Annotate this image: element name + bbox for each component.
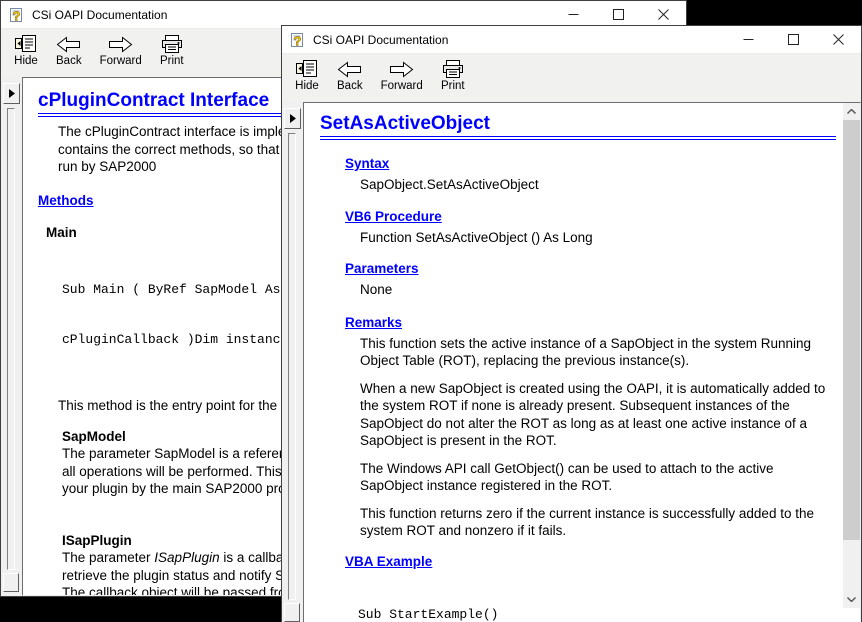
text-line: When a new SapObject is created using th… bbox=[360, 380, 860, 398]
titlebar[interactable]: ? CSi OAPI Documentation bbox=[1, 1, 686, 28]
svg-text:?: ? bbox=[294, 33, 302, 48]
parameters-link[interactable]: Parameters bbox=[345, 261, 419, 276]
back-button[interactable]: Back bbox=[49, 32, 89, 68]
window-title: CSi OAPI Documentation bbox=[32, 8, 167, 22]
show-nav-pane-button[interactable] bbox=[3, 83, 20, 104]
print-label: Print bbox=[160, 55, 184, 67]
vb6-procedure-link[interactable]: VB6 Procedure bbox=[345, 209, 442, 224]
scrollbar-track[interactable] bbox=[843, 540, 860, 591]
forward-arrow-icon bbox=[389, 59, 414, 79]
syntax-link[interactable]: Syntax bbox=[345, 156, 389, 171]
print-icon bbox=[160, 34, 184, 54]
maximize-button[interactable] bbox=[771, 26, 816, 53]
forward-label: Forward bbox=[100, 55, 142, 67]
hide-icon bbox=[14, 34, 38, 54]
minimize-button[interactable] bbox=[551, 1, 596, 28]
hide-label: Hide bbox=[14, 55, 38, 67]
code-line: Sub StartExample() bbox=[358, 607, 860, 622]
isapplugin-italic: ISapPlugin bbox=[154, 550, 219, 565]
remarks-paragraph: This function sets the active instance o… bbox=[360, 335, 860, 370]
text-line: the system ROT if none is already presen… bbox=[360, 397, 860, 415]
back-button[interactable]: Back bbox=[330, 57, 370, 93]
splitter-track[interactable] bbox=[7, 108, 15, 570]
vertical-scrollbar[interactable] bbox=[843, 103, 860, 608]
scroll-down-button[interactable] bbox=[843, 591, 860, 608]
scrollbar-thumb[interactable] bbox=[843, 120, 860, 540]
forward-arrow-icon bbox=[108, 34, 133, 54]
splitter-track[interactable] bbox=[288, 133, 296, 600]
titlebar[interactable]: ? CSi OAPI Documentation bbox=[282, 26, 861, 53]
print-icon bbox=[441, 59, 465, 79]
vba-code-block: Sub StartExample() 'dimension variables … bbox=[358, 574, 860, 622]
vba-example-link[interactable]: VBA Example bbox=[345, 554, 432, 569]
back-arrow-icon bbox=[337, 59, 362, 79]
text-line: The Windows API call GetObject() can be … bbox=[360, 460, 860, 478]
help-window-front: ? CSi OAPI Documentation bbox=[281, 25, 862, 622]
hide-button[interactable]: Hide bbox=[7, 32, 45, 68]
window-title: CSi OAPI Documentation bbox=[313, 33, 448, 47]
toolbar: Hide Back Forward bbox=[282, 53, 861, 102]
heading-rule bbox=[320, 136, 836, 140]
parameters-value: None bbox=[360, 281, 860, 299]
svg-text:?: ? bbox=[13, 8, 21, 23]
topic-heading: SetAsActiveObject bbox=[320, 113, 860, 135]
back-label: Back bbox=[56, 55, 82, 67]
close-button[interactable] bbox=[816, 26, 861, 53]
remarks-paragraph: The Windows API call GetObject() can be … bbox=[360, 460, 860, 495]
methods-link[interactable]: Methods bbox=[38, 193, 94, 208]
splitter-end-cap bbox=[3, 573, 19, 592]
vb6-procedure-value: Function SetAsActiveObject () As Long bbox=[360, 229, 860, 247]
nav-splitter bbox=[1, 77, 22, 596]
hide-icon bbox=[295, 59, 319, 79]
syntax-value: SapObject.SetAsActiveObject bbox=[360, 176, 860, 194]
text-line: Object Table (ROT), replacing the previo… bbox=[360, 352, 860, 370]
hide-label: Hide bbox=[295, 80, 319, 92]
forward-label: Forward bbox=[381, 80, 423, 92]
help-file-icon: ? bbox=[9, 5, 25, 25]
print-button[interactable]: Print bbox=[434, 57, 472, 93]
remarks-link[interactable]: Remarks bbox=[345, 315, 402, 330]
forward-button[interactable]: Forward bbox=[374, 57, 430, 93]
remarks-paragraph: When a new SapObject is created using th… bbox=[360, 380, 860, 450]
splitter-end-cap bbox=[284, 603, 300, 622]
minimize-button[interactable] bbox=[726, 26, 771, 53]
maximize-button[interactable] bbox=[596, 1, 641, 28]
scroll-up-button[interactable] bbox=[843, 103, 860, 120]
text-line: This function returns zero if the curren… bbox=[360, 505, 860, 523]
topic-pane: SetAsActiveObject Syntax SapObject.SetAs… bbox=[303, 102, 861, 622]
text-line: SapObject instance registered in the ROT… bbox=[360, 477, 860, 495]
text-line: SapObject is present in the ROT. bbox=[360, 432, 860, 450]
help-file-icon: ? bbox=[290, 30, 306, 50]
print-label: Print bbox=[441, 80, 465, 92]
back-label: Back bbox=[337, 80, 363, 92]
forward-button[interactable]: Forward bbox=[93, 32, 149, 68]
nav-splitter bbox=[282, 102, 303, 622]
remarks-paragraph: This function returns zero if the curren… bbox=[360, 505, 860, 540]
text-line: system ROT and nonzero if it fails. bbox=[360, 522, 860, 540]
desktop: ? CSi OAPI Documentation bbox=[0, 0, 862, 622]
text-line: SapObject do not alter the ROT as long a… bbox=[360, 415, 860, 433]
show-nav-pane-button[interactable] bbox=[284, 108, 301, 129]
back-arrow-icon bbox=[56, 34, 81, 54]
text-line: This function sets the active instance o… bbox=[360, 335, 860, 353]
print-button[interactable]: Print bbox=[153, 32, 191, 68]
hide-button[interactable]: Hide bbox=[288, 57, 326, 93]
close-button[interactable] bbox=[641, 1, 686, 28]
